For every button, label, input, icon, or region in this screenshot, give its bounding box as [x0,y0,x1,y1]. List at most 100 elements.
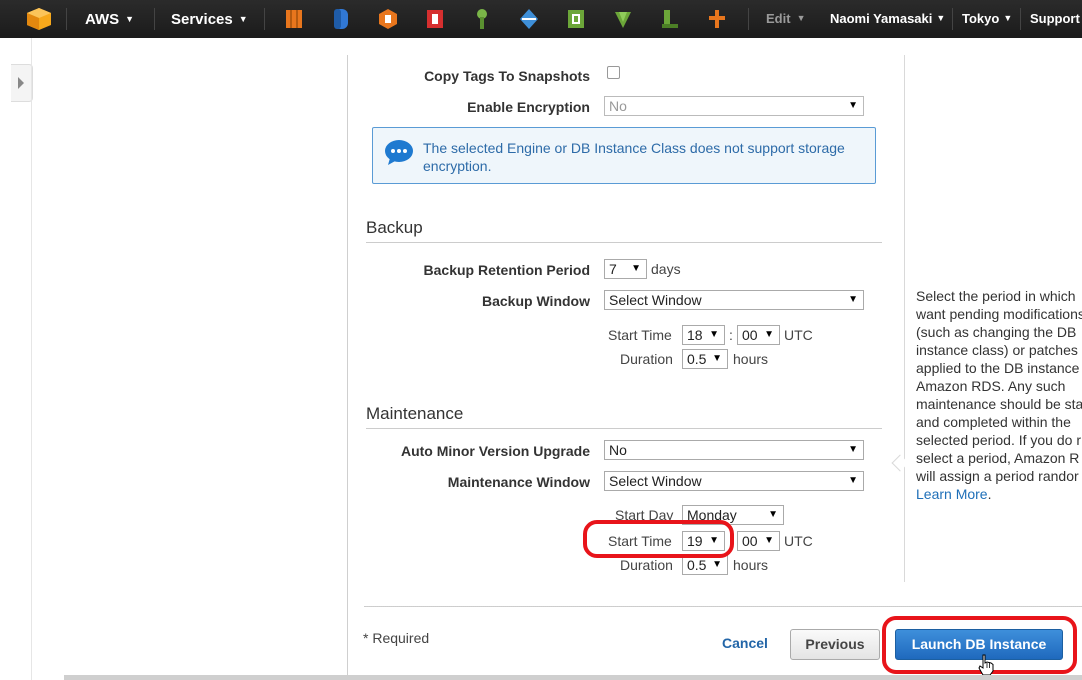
backup-section-rule [366,242,882,243]
maintenance-window-label: Maintenance Window [447,474,590,490]
enable-encryption-select[interactable]: No ▼ [604,96,864,116]
top-navigation-bar: AWS ▼ Services ▼ Edit ▼ Naomi Yamasaki ▼ Tok… [0,0,1082,38]
learn-more-link[interactable]: Learn More [916,486,988,502]
backup-window-label: Backup Window [482,293,590,309]
maintenance-section-rule [366,428,882,429]
tools-service-icon[interactable] [707,8,727,30]
backup-retention-select[interactable]: 7 ▼ [604,259,647,279]
dropdown-arrow-icon: ▼ [848,444,858,455]
backup-start-minute-select[interactable]: 00 ▼ [737,325,780,345]
support-menu-label: Support [1030,11,1080,26]
chevron-right-icon [18,77,24,89]
user-menu-label: Naomi Yamasaki [830,11,933,26]
panel-border-left [347,55,348,680]
maintenance-window-select[interactable]: Select Window ▼ [604,471,864,491]
nav-divider [264,8,265,30]
maintenance-window-value: Select Window [609,473,702,489]
backup-start-time-label: Start Time [608,327,672,343]
maintenance-section-title: Maintenance [366,404,464,423]
time-colon: : [729,327,733,343]
speech-bubble-info-icon [385,140,413,165]
backup-start-minute-value: 00 [742,327,758,343]
horizontal-scrollbar[interactable] [64,675,1082,680]
dropdown-arrow-icon: ▼ [764,535,774,546]
auto-minor-upgrade-label: Auto Minor Version Upgrade [400,443,590,459]
aws-menu[interactable]: AWS ▼ [85,11,134,28]
required-note: * Required [363,630,430,646]
maintenance-timezone: UTC [784,533,813,549]
maintenance-window-help: Select the period in which want pending … [916,287,1082,503]
dropdown-arrow-icon: ▼ [848,100,858,111]
maintenance-start-minute-value: 00 [742,533,758,549]
dropdown-arrow-icon: ▼ [848,294,858,305]
nav-divider [952,8,953,30]
chevron-down-icon: ▼ [238,14,248,24]
maintenance-duration-select[interactable]: 0.5 ▼ [682,555,728,575]
dropdown-arrow-icon: ▼ [712,559,722,570]
chevron-down-icon: ▼ [796,13,806,23]
dynamodb-service-icon[interactable] [519,8,539,30]
maintenance-start-minute-select[interactable]: 00 ▼ [737,531,780,551]
backup-duration-label: Duration [620,351,673,367]
s3-service-icon[interactable] [331,8,351,30]
hand-pointer-cursor-icon [978,654,994,676]
backup-retention-value: 7 [609,261,617,277]
kms-service-icon[interactable] [472,8,492,30]
edit-menu-label: Edit [766,11,791,26]
auto-minor-upgrade-value: No [609,442,627,458]
services-menu[interactable]: Services ▼ [171,11,248,28]
nav-divider [1020,8,1021,30]
previous-button[interactable]: Previous [790,629,880,660]
backup-start-hour-value: 18 [687,327,703,343]
backup-retention-label: Backup Retention Period [423,262,590,278]
nav-divider [154,8,155,30]
help-pointer [891,454,909,472]
aws-menu-label: AWS [85,11,120,28]
auto-minor-upgrade-select[interactable]: No ▼ [604,440,864,460]
backup-duration-select[interactable]: 0.5 ▼ [682,349,728,369]
opsworks-service-icon[interactable] [566,8,586,30]
nav-divider [66,8,67,30]
cancel-link[interactable]: Cancel [722,635,768,651]
aws-cube-logo-icon[interactable] [27,8,51,30]
help-text: Select the period in which want pending … [916,288,1082,484]
cloudformation-service-icon[interactable] [660,8,680,30]
region-menu[interactable]: Tokyo ▼ [962,11,1012,26]
footer-divider [364,606,1082,607]
backup-timezone: UTC [784,327,813,343]
dropdown-arrow-icon: ▼ [712,353,722,364]
iam-service-icon[interactable] [425,8,445,30]
backup-start-hour-select[interactable]: 18 ▼ [682,325,725,345]
dropdown-arrow-icon: ▼ [709,329,719,340]
backup-window-select[interactable]: Select Window ▼ [604,290,864,310]
sidebar-expand-toggle[interactable] [11,64,33,102]
sidebar-divider [31,38,32,680]
support-menu[interactable]: Support [1030,11,1080,26]
maintenance-duration-label: Duration [620,557,673,573]
edit-menu[interactable]: Edit ▼ [766,11,805,26]
panel-border-right [904,55,905,582]
user-menu[interactable]: Naomi Yamasaki ▼ [830,11,945,26]
chevron-down-icon: ▼ [936,13,946,23]
maintenance-duration-unit: hours [733,557,769,573]
start-time-highlight-ring [583,520,734,558]
enable-encryption-label: Enable Encryption [467,99,590,115]
cloudfront-service-icon[interactable] [378,8,398,30]
ec2-service-icon[interactable] [284,8,304,30]
copy-tags-checkbox[interactable] [607,66,620,79]
copy-tags-label: Copy Tags To Snapshots [424,68,590,84]
backup-window-value: Select Window [609,292,702,308]
backup-retention-unit: days [651,261,681,277]
services-menu-label: Services [171,11,233,28]
elastic-beanstalk-service-icon[interactable] [613,8,633,30]
chevron-down-icon: ▼ [1003,13,1013,23]
dropdown-arrow-icon: ▼ [764,329,774,340]
region-menu-label: Tokyo [962,11,1000,26]
backup-section-title: Backup [366,218,423,237]
help-period: . [987,486,992,502]
maintenance-duration-value: 0.5 [687,557,707,573]
backup-duration-unit: hours [733,351,769,367]
dropdown-arrow-icon: ▼ [631,263,641,274]
dropdown-arrow-icon: ▼ [768,509,778,520]
encryption-info-text: The selected Engine or DB Instance Class… [423,140,845,174]
